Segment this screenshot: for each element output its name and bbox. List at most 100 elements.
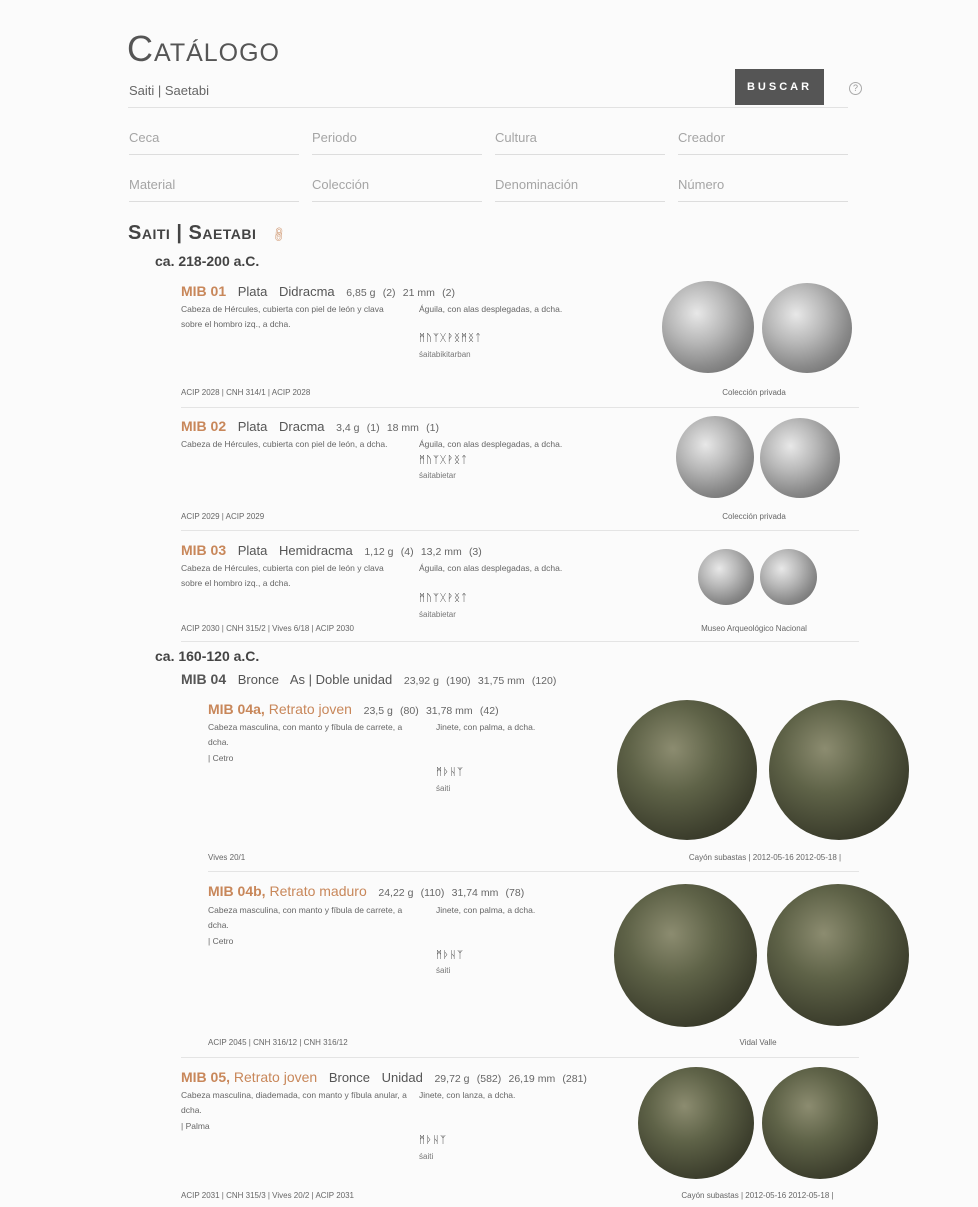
coin-reverse-image[interactable] [769, 700, 909, 840]
coin-diameter-count: (3) [468, 546, 482, 558]
coin-obverse-symbol: | Cetro [208, 936, 234, 946]
coin-obverse-image[interactable] [662, 281, 754, 373]
coin-weight-count: (2) [382, 287, 396, 299]
coin-weight: 1,12 g [364, 546, 394, 558]
coin-obverse-image[interactable] [617, 700, 757, 840]
coin-metal: Plata [237, 543, 268, 558]
coin-transliteration: śaitabikitarban [419, 350, 471, 359]
coin-references: ACIP 2029 | ACIP 2029 [181, 512, 265, 521]
coin-collection: Museo Arqueológico Nacional [701, 624, 807, 633]
row-divider [181, 407, 859, 408]
coin-collection: Colección privada [722, 512, 786, 521]
coin-metal: Plata [237, 419, 268, 434]
coin-obverse-symbol: | Cetro [208, 753, 234, 763]
coin-metal: Bronce [237, 672, 279, 687]
search-input[interactable] [129, 80, 689, 100]
coin-obverse-image[interactable] [676, 416, 754, 498]
coin-weight-count: (80) [400, 705, 419, 717]
coin-transliteration: śaitabietar [419, 471, 456, 480]
filter-ceca[interactable] [129, 128, 299, 155]
link-icon[interactable]: 🔗︎ [269, 225, 288, 244]
coin-collection: Cayón subastas | 2012-05-16 2012-05-18 | [688, 853, 842, 862]
coin-obverse: Cabeza masculina, diademada, con manto y… [181, 1090, 407, 1115]
coin-subtitle: Retrato maduro [269, 883, 367, 899]
coin-diameter-count: (281) [562, 1073, 587, 1085]
coin-metal: Plata [237, 284, 268, 299]
coin-denomination: Dracma [279, 419, 325, 434]
coin-legend: ᛗᚦᚺᛉ [436, 950, 464, 961]
coin-metal: Bronce [328, 1070, 371, 1085]
coin-weight-count: (190) [446, 675, 471, 687]
coin-reverse-image[interactable] [762, 283, 852, 373]
filter-coleccion[interactable] [312, 175, 482, 202]
coin-header-mib03: MIB 03 Plata Hemidracma 1,12 g (4) 13,2 … [181, 542, 482, 558]
coin-reverse: Jinete, con palma, a dcha. [436, 905, 536, 915]
coin-obverse: Cabeza de Hércules, cubierta con piel de… [181, 439, 388, 449]
coin-code: MIB 05, [181, 1069, 231, 1085]
coin-code: MIB 04a, [208, 701, 265, 717]
coin-code-link[interactable]: MIB 01 [181, 283, 226, 299]
coin-weight-count: (582) [476, 1073, 502, 1085]
coin-reverse-image[interactable] [760, 549, 817, 605]
coin-reverse-image[interactable] [762, 1067, 878, 1179]
period-heading: ca. 160-120 a.C. [155, 648, 260, 664]
coin-weight-count: (1) [366, 422, 380, 434]
filter-material[interactable] [129, 175, 299, 202]
coin-diameter-count: (78) [505, 887, 525, 899]
coin-group-header-mib04: MIB 04 Bronce As | Doble unidad 23,92 g … [181, 671, 556, 687]
coin-collection: Vidal Valle [739, 1038, 777, 1047]
coin-weight: 24,22 g [378, 887, 414, 899]
help-icon[interactable]: ? [849, 82, 862, 95]
page-title: Catálogo [127, 28, 281, 69]
coin-header-mib04a: MIB 04a, Retrato joven 23,5 g (80) 31,78… [208, 701, 499, 717]
coin-diameter: 31,74 mm [451, 887, 499, 899]
coin-obverse: Cabeza masculina, con manto y fíbula de … [208, 905, 403, 930]
coin-legend: ᛗᚢᛉᚷᚹᛝᛗᛝᛏ [419, 333, 482, 344]
coin-weight: 3,4 g [336, 422, 360, 434]
row-divider [181, 1057, 859, 1058]
filter-creador[interactable] [678, 128, 848, 155]
coin-references: Vives 20/1 [208, 853, 246, 862]
coin-diameter-count: (1) [426, 422, 439, 434]
coin-denomination: Didracma [279, 284, 335, 299]
filter-periodo[interactable] [312, 128, 482, 155]
coin-obverse-image[interactable] [614, 884, 757, 1027]
coin-reverse-image[interactable] [760, 418, 840, 498]
coin-transliteration: śaiti [436, 784, 451, 793]
coin-code: MIB 04b, [208, 883, 266, 899]
coin-diameter: 21 mm [402, 287, 435, 299]
coin-transliteration: śaiti [436, 966, 451, 975]
coin-diameter-count: (42) [479, 705, 499, 717]
coin-diameter: 31,78 mm [425, 705, 473, 717]
coin-subtitle: Retrato joven [233, 1069, 318, 1085]
coin-diameter: 26,19 mm [508, 1073, 556, 1085]
coin-subtitle: Retrato joven [268, 701, 352, 717]
coin-reverse: Jinete, con lanza, a dcha. [419, 1090, 516, 1100]
coin-diameter-count: (120) [531, 675, 557, 687]
coin-legend: ᛗᚢᛉᚷᚹᛝᛏ [419, 455, 468, 466]
filter-numero[interactable] [678, 175, 848, 202]
coin-reverse: Águila, con alas desplegadas, a dcha. [419, 563, 563, 573]
coin-code-link[interactable]: MIB 02 [181, 418, 226, 434]
coin-denomination: Hemidracma [279, 543, 353, 558]
search-button[interactable]: BUSCAR [735, 69, 824, 105]
filter-cultura[interactable] [495, 128, 665, 155]
coin-transliteration: śaitabietar [419, 610, 456, 619]
coin-reverse: Águila, con alas desplegadas, a dcha. [419, 439, 563, 449]
coin-weight: 6,85 g [346, 287, 376, 299]
coin-obverse-image[interactable] [698, 549, 754, 605]
coin-obverse: Cabeza de Hércules, cubierta con piel de… [181, 304, 384, 329]
coin-obverse-image[interactable] [638, 1067, 754, 1179]
coin-reverse-image[interactable] [767, 884, 909, 1026]
coin-code-link[interactable]: MIB 03 [181, 542, 226, 558]
coin-weight-count: (110) [420, 887, 445, 899]
coin-obverse: Cabeza masculina, con manto y fíbula de … [208, 722, 403, 747]
coin-code-link[interactable]: MIB 04a, Retrato joven [208, 701, 352, 717]
coin-code-link[interactable]: MIB 05, Retrato joven [181, 1069, 317, 1085]
coin-reverse: Águila, con alas desplegadas, a dcha. [419, 304, 563, 314]
coin-legend: ᛗᚦᚺᛉ [419, 1135, 447, 1146]
coin-collection: Cayón subastas | 2012-05-16 2012-05-18 | [681, 1191, 834, 1200]
filter-denominacion[interactable] [495, 175, 665, 202]
coin-transliteration: śaiti [419, 1152, 434, 1161]
coin-code-link[interactable]: MIB 04b, Retrato maduro [208, 883, 367, 899]
